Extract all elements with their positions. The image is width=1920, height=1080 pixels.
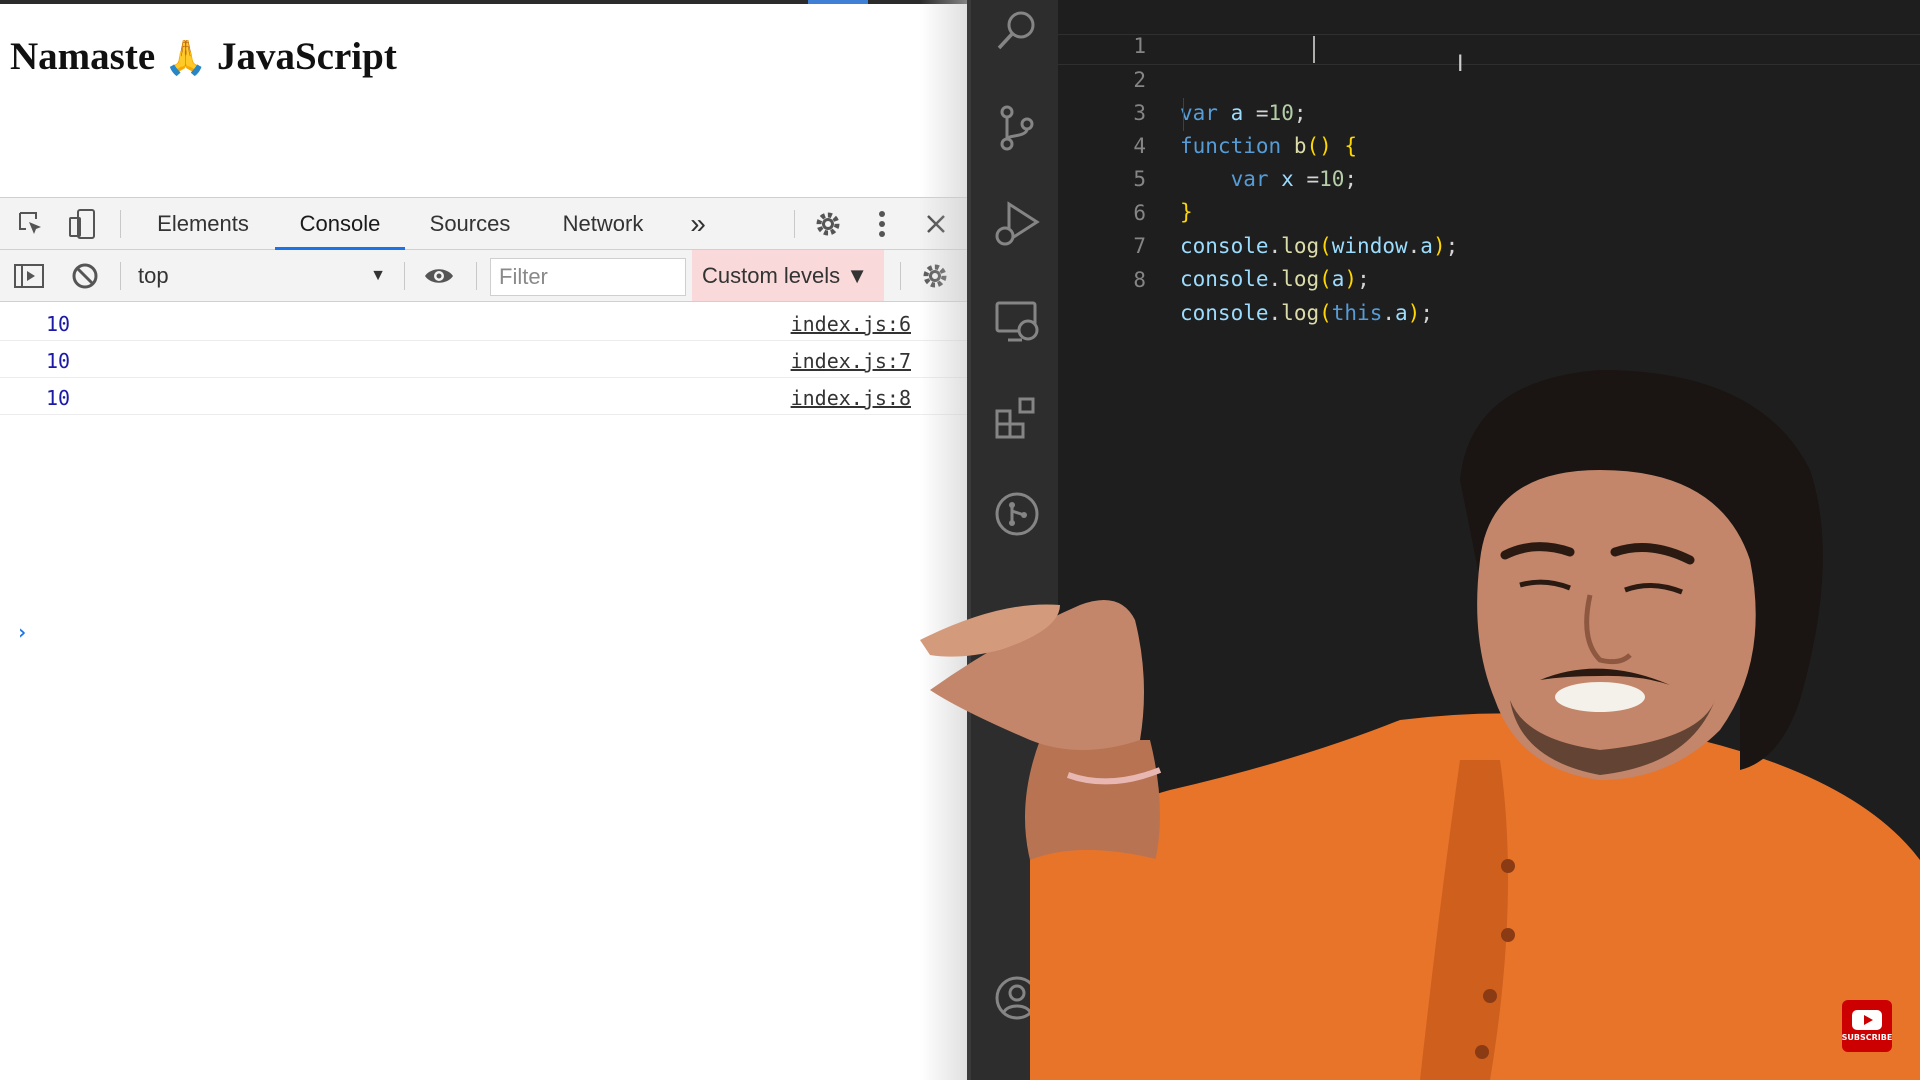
dropdown-caret-icon: ▼	[370, 267, 386, 284]
toolbar-divider	[476, 262, 477, 290]
toolbar-divider	[404, 262, 405, 290]
run-debug-icon[interactable]	[993, 200, 1041, 248]
context-selector[interactable]: top ▼	[124, 258, 394, 294]
console-toolbar: top ▼ Custom levels ▼	[0, 250, 967, 302]
console-message-source-link[interactable]: index.js:6	[791, 312, 911, 336]
console-message-source-link[interactable]: index.js:7	[791, 349, 911, 373]
code-line: 3 function b() {	[1058, 64, 1920, 158]
settings-gear-icon[interactable]	[811, 208, 845, 240]
tab-console[interactable]: Console	[275, 198, 405, 250]
search-icon[interactable]	[993, 6, 1041, 54]
console-message-row: 10 index.js:7	[0, 341, 967, 378]
browser-window: Namaste 🙏 JavaScript Elements Console So…	[0, 0, 967, 1080]
page-title-suffix: JavaScript	[216, 35, 397, 78]
code-line: 8 console.log(this.a);	[1058, 231, 1920, 325]
screen: Namaste 🙏 JavaScript Elements Console So…	[0, 0, 1920, 1080]
code-text: console.log(this.a);	[1180, 301, 1433, 325]
console-prompt-chevron-icon: ›	[16, 620, 29, 644]
live-expression-eye-icon[interactable]	[422, 260, 456, 292]
code-editor[interactable]: 1 2 var a =10; 3 function b() { 4 var x …	[1058, 0, 1920, 1080]
console-input[interactable]	[40, 610, 920, 650]
tabbar-divider	[120, 210, 121, 238]
more-tabs-button[interactable]: »	[680, 198, 716, 250]
remote-explorer-icon[interactable]	[993, 298, 1041, 346]
source-control-icon[interactable]	[993, 104, 1041, 152]
more-options-icon[interactable]	[865, 208, 899, 240]
code-line: 6 console.log(window.a);	[1058, 164, 1920, 258]
line-number: 8	[1133, 268, 1146, 292]
tab-sources[interactable]: Sources	[412, 198, 528, 250]
console-output: 10 index.js:6 10 index.js:7 10 index.js:…	[0, 304, 967, 415]
browser-top-accent	[808, 0, 868, 4]
devtools-panel: Elements Console Sources Network » top ▼…	[0, 197, 967, 1080]
show-sidebar-icon[interactable]	[12, 260, 46, 292]
code-line: 2 var a =10;	[1058, 31, 1920, 125]
tabbar-divider	[794, 210, 795, 238]
log-levels-dropdown[interactable]: Custom levels ▼	[692, 250, 884, 301]
text-cursor	[1313, 36, 1315, 63]
account-icon[interactable]	[993, 974, 1041, 1022]
console-message-value: 10	[46, 312, 71, 336]
folded-hands-icon: 🙏	[164, 38, 208, 78]
page-title: Namaste 🙏 JavaScript	[10, 34, 397, 79]
extensions-icon[interactable]	[993, 394, 1041, 442]
activity-bar	[967, 0, 1058, 1080]
code-line: 7 console.log(a);	[1058, 197, 1920, 291]
toolbar-divider	[120, 262, 121, 290]
git-graph-icon[interactable]	[993, 490, 1041, 538]
code-line: 4 var x =10;	[1058, 97, 1920, 191]
code-line: 5 }	[1058, 130, 1920, 224]
youtube-subscribe-badge[interactable]: SUBSCRIBE	[1842, 1000, 1892, 1052]
tab-network[interactable]: Network	[548, 198, 658, 250]
console-message-value: 10	[46, 349, 71, 373]
console-message-row: 10 index.js:8	[0, 378, 967, 415]
inspect-element-icon[interactable]	[14, 208, 48, 240]
filter-input[interactable]	[490, 258, 686, 296]
tab-elements[interactable]: Elements	[136, 198, 270, 250]
devtools-tabbar: Elements Console Sources Network »	[0, 198, 967, 250]
page-title-prefix: Namaste	[10, 35, 156, 78]
device-toolbar-icon[interactable]	[66, 208, 100, 240]
ibeam-cursor-icon: I	[1457, 52, 1464, 77]
context-selector-value: top	[138, 263, 169, 288]
indent-guide	[1183, 98, 1184, 131]
console-message-source-link[interactable]: index.js:8	[791, 386, 911, 410]
split-shadow	[920, 0, 970, 1080]
subscribe-label: SUBSCRIBE	[1841, 1033, 1893, 1042]
console-message-value: 10	[46, 386, 71, 410]
clear-console-icon[interactable]	[68, 260, 102, 292]
toolbar-divider	[900, 262, 901, 290]
youtube-play-icon	[1852, 1010, 1882, 1030]
code-line: 1	[1058, 0, 1920, 58]
code-text: console.log(a);	[1180, 267, 1370, 291]
console-message-row: 10 index.js:6	[0, 304, 967, 341]
